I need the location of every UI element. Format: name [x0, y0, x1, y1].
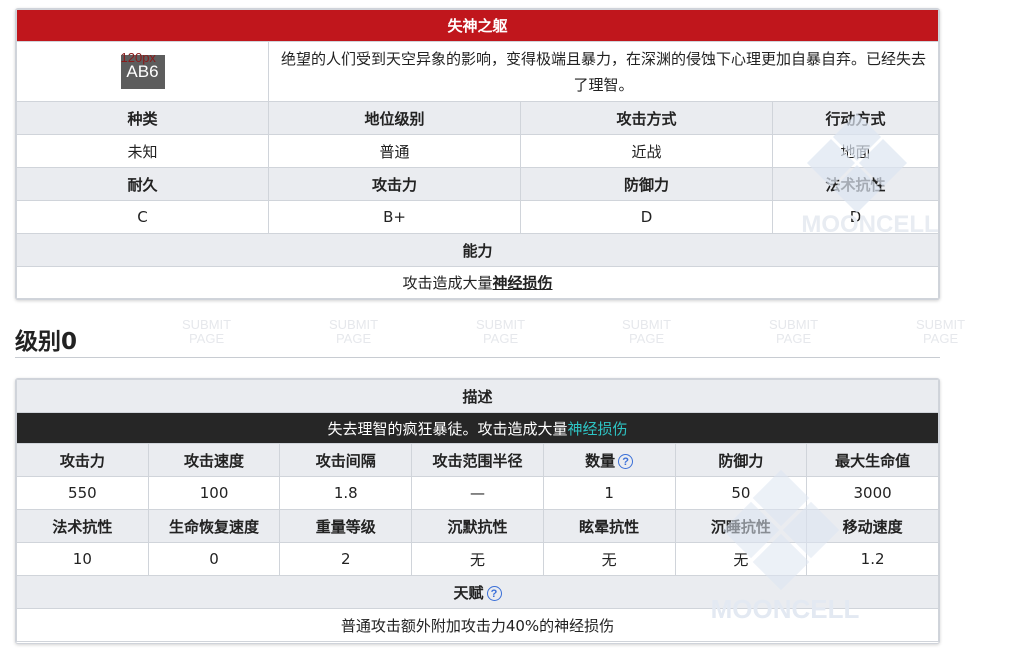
nerve-damage-highlight: 神经损伤 — [567, 419, 628, 438]
value-attack-type: 近战 — [520, 134, 773, 168]
header-endurance: 耐久 — [16, 167, 269, 201]
nerve-damage-link[interactable]: 神经损伤 — [493, 274, 553, 292]
image-size-text: 120px — [120, 49, 156, 65]
header-silence-res: 沉默抗性 — [411, 509, 544, 543]
header-hp-recovery: 生命恢复速度 — [147, 509, 281, 543]
ability-prefix: 攻击造成大量 — [402, 274, 493, 292]
header-count: 数量? — [542, 443, 676, 477]
value-def: 50 — [674, 476, 808, 510]
attribute-header-row: 种类 地位级别 攻击方式 行动方式 — [16, 101, 939, 135]
value-sleep-res: 无 — [674, 542, 808, 576]
header-def: 防御力 — [674, 443, 808, 477]
value-motion: 地面 — [772, 134, 939, 168]
header-type: 种类 — [16, 101, 269, 135]
level-stats-table: 描述 失去理智的疯狂暴徒。攻击造成大量神经损伤 攻击力 攻击速度 攻击间隔 攻击… — [16, 379, 939, 642]
stats-header-row-2: 法术抗性 生命恢复速度 重量等级 沉默抗性 眩晕抗性 沉睡抗性 移动速度 — [16, 509, 939, 543]
watermark-submit-page: SUBMIT PAGE — [182, 317, 232, 346]
header-resistance: 法术抗性 — [772, 167, 939, 201]
enemy-image-cell: 120px AB6 — [16, 41, 269, 102]
value-defense: D — [520, 200, 773, 234]
header-atk: 攻击力 — [16, 443, 149, 477]
watermark-submit-page: SUBMIT PAGE — [476, 317, 526, 346]
value-endurance: C — [16, 200, 269, 234]
header-rank: 地位级别 — [268, 101, 521, 135]
header-weight: 重量等级 — [279, 509, 413, 543]
help-icon[interactable]: ? — [618, 453, 634, 469]
enemy-description: 绝望的人们受到天空异象的影响，变得极端且暴力，在深渊的侵蚀下心理更加自暴自弃。已… — [268, 41, 939, 102]
value-max-hp: 3000 — [806, 476, 939, 510]
header-sleep-res: 沉睡抗性 — [674, 509, 808, 543]
rating-header-row: 耐久 攻击力 防御力 法术抗性 — [16, 167, 939, 201]
header-count-label: 数量 — [585, 451, 616, 470]
attribute-value-row: 未知 普通 近战 地面 — [16, 134, 939, 168]
watermark-submit-page: SUBMIT PAGE — [622, 317, 672, 346]
stats-value-row-1: 550 100 1.8 — 1 50 3000 — [16, 476, 939, 510]
stats-header-row-1: 攻击力 攻击速度 攻击间隔 攻击范围半径 数量? 防御力 最大生命值 — [16, 443, 939, 477]
header-attack-type: 攻击方式 — [520, 101, 773, 135]
ability-text: 攻击造成大量神经损伤 — [16, 266, 939, 299]
description-prefix: 失去理智的疯狂暴徒。攻击造成大量 — [327, 419, 568, 438]
header-move-speed: 移动速度 — [806, 509, 939, 543]
value-atk-speed: 100 — [147, 476, 281, 510]
value-count: 1 — [542, 476, 676, 510]
level-heading-divider — [15, 357, 940, 358]
header-attack: 攻击力 — [268, 167, 521, 201]
header-atk-speed: 攻击速度 — [147, 443, 281, 477]
value-move-speed: 1.2 — [806, 542, 939, 576]
header-atk-interval: 攻击间隔 — [279, 443, 413, 477]
enemy-info-table: 失神之躯 120px AB6 绝望的人们受到天空异象的影响，变得极端且暴力，在深… — [16, 9, 939, 299]
enemy-name-title: 失神之躯 — [16, 9, 939, 42]
watermark-submit-page: SUBMIT PAGE — [769, 317, 819, 346]
talent-text: 普通攻击额外附加攻击力40%的神经损伤 — [16, 608, 939, 642]
description-header: 描述 — [16, 379, 939, 413]
value-stun-res: 无 — [542, 542, 676, 576]
value-atk-range: — — [411, 476, 544, 510]
rating-value-row: C B+ D D — [16, 200, 939, 234]
enemy-image-placeholder: 120px AB6 — [120, 50, 165, 89]
talent-header: 天赋? — [16, 575, 939, 609]
value-weight: 2 — [279, 542, 413, 576]
value-attack: B+ — [268, 200, 521, 234]
value-hp-recovery: 0 — [147, 542, 281, 576]
stats-value-row-2: 10 0 2 无 无 无 1.2 — [16, 542, 939, 576]
level-stats-card: 描述 失去理智的疯狂暴徒。攻击造成大量神经损伤 攻击力 攻击速度 攻击间隔 攻击… — [15, 378, 940, 644]
header-stun-res: 眩晕抗性 — [542, 509, 676, 543]
watermark-submit-page: SUBMIT PAGE — [916, 317, 966, 346]
value-res: 10 — [16, 542, 149, 576]
header-defense: 防御力 — [520, 167, 773, 201]
value-rank: 普通 — [268, 134, 521, 168]
watermark-submit-page: SUBMIT PAGE — [329, 317, 379, 346]
enemy-info-card: 失神之躯 120px AB6 绝望的人们受到天空异象的影响，变得极端且暴力，在深… — [15, 8, 940, 300]
ability-header: 能力 — [16, 233, 939, 267]
level-heading: 级别0 — [15, 329, 78, 355]
header-max-hp: 最大生命值 — [806, 443, 939, 477]
header-atk-range: 攻击范围半径 — [411, 443, 544, 477]
talent-label: 天赋 — [453, 583, 484, 602]
value-resistance: D — [772, 200, 939, 234]
value-type: 未知 — [16, 134, 269, 168]
value-atk-interval: 1.8 — [279, 476, 413, 510]
help-icon[interactable]: ? — [486, 585, 502, 601]
value-atk: 550 — [16, 476, 149, 510]
description-text: 失去理智的疯狂暴徒。攻击造成大量神经损伤 — [16, 412, 939, 444]
value-silence-res: 无 — [411, 542, 544, 576]
header-motion: 行动方式 — [772, 101, 939, 135]
header-res: 法术抗性 — [16, 509, 149, 543]
